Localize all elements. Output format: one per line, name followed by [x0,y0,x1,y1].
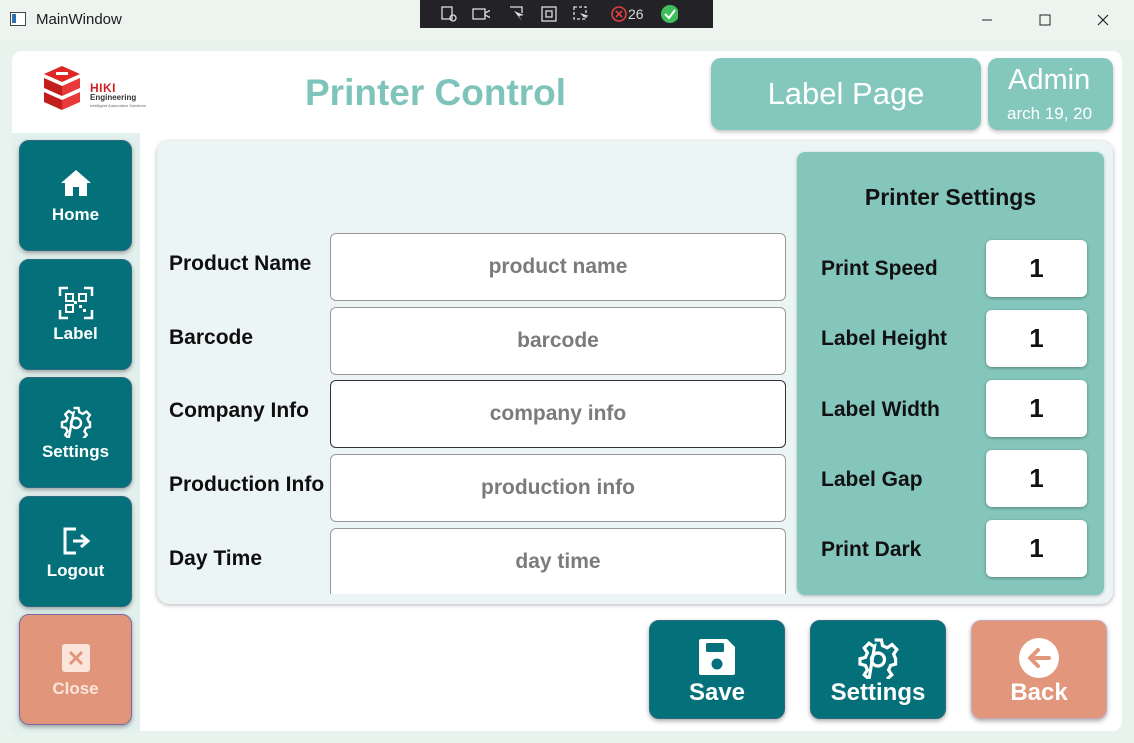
video-icon[interactable] [472,5,490,23]
layout-bounds-icon[interactable] [540,5,558,23]
barcode-label: Barcode [169,326,254,349]
label-width-value[interactable]: 1 [986,380,1087,437]
print-speed-value[interactable]: 1 [986,240,1087,297]
close-window-icon [1097,14,1109,26]
minimize-icon [982,19,992,21]
sidebar-item-label-page[interactable]: Label [19,259,132,370]
company-info-input[interactable] [330,380,786,448]
logo-text-tagline: Intelligent Automation Solutions [90,103,146,108]
maximize-button[interactable] [1016,0,1074,40]
sidebar-item-label: Home [51,205,100,224]
back-arrow-icon [972,637,1106,679]
save-button[interactable]: Save [649,620,785,719]
barcode-input[interactable] [330,307,786,375]
gear-icon [811,637,945,679]
sidebar-item-home[interactable]: Home [19,140,132,251]
binding-error-icon[interactable] [610,5,628,23]
print-dark-value[interactable]: 1 [986,520,1087,577]
label-gap-label: Label Gap [821,468,923,491]
sidebar-item-label: Settings [41,442,110,461]
close-window-button[interactable] [1074,0,1132,40]
back-label: Back [1010,679,1068,706]
settings-label: Settings [830,679,926,706]
save-icon [650,637,784,677]
product-name-input[interactable] [330,233,786,301]
close-icon [20,643,131,673]
save-label: Save [688,679,746,706]
day-time-label: Day Time [169,547,262,570]
logo-text-sub: Engineering [90,93,137,102]
maximize-icon [1039,14,1051,26]
qr-code-icon [20,286,131,320]
sidebar-item-close[interactable]: Close [19,614,132,725]
print-dark-label: Print Dark [821,538,922,561]
binding-error-count: 26 [628,6,644,22]
page-title: Printer Control [305,72,567,113]
label-gap-value[interactable]: 1 [986,450,1087,507]
sidebar-item-label: Label [53,324,98,343]
pointer-select-icon[interactable] [508,5,526,23]
production-info-label: Production Info [169,473,325,496]
day-time-input[interactable] [330,528,786,594]
sidebar-item-label: Close [52,679,99,698]
back-button[interactable]: Back [971,620,1107,719]
company-logo [38,64,134,116]
label-page-button[interactable]: Label Page [711,58,981,130]
gear-icon [20,406,131,438]
label-height-label: Label Height [821,327,948,350]
date-display: arch 19, 20 [1007,104,1093,123]
logout-icon [20,525,131,557]
production-info-input[interactable] [330,454,786,522]
minimize-button[interactable] [958,0,1016,40]
select-element-icon[interactable] [440,5,458,23]
product-name-label: Product Name [169,252,312,275]
label-width-label: Label Width [821,398,940,421]
track-focus-icon[interactable] [572,5,590,23]
home-icon [20,169,131,197]
user-name: Admin [1008,64,1091,96]
logo-cube-icon [44,66,80,110]
sidebar-item-settings[interactable]: Settings [19,377,132,488]
debug-overlay-toolbar: 26 [420,0,713,28]
sidebar-item-logout[interactable]: Logout [19,496,132,607]
sidebar-item-label: Logout [46,561,105,580]
check-icon[interactable] [660,5,678,23]
label-height-value[interactable]: 1 [986,310,1087,367]
print-speed-label: Print Speed [821,257,938,280]
company-info-label: Company Info [169,399,309,422]
settings-button[interactable]: Settings [810,620,946,719]
printer-settings-title: Printer Settings [864,184,1037,210]
app-window-icon [10,12,26,26]
window-title: MainWindow [36,11,122,28]
user-info-box: Admin arch 19, 20 [988,58,1113,130]
